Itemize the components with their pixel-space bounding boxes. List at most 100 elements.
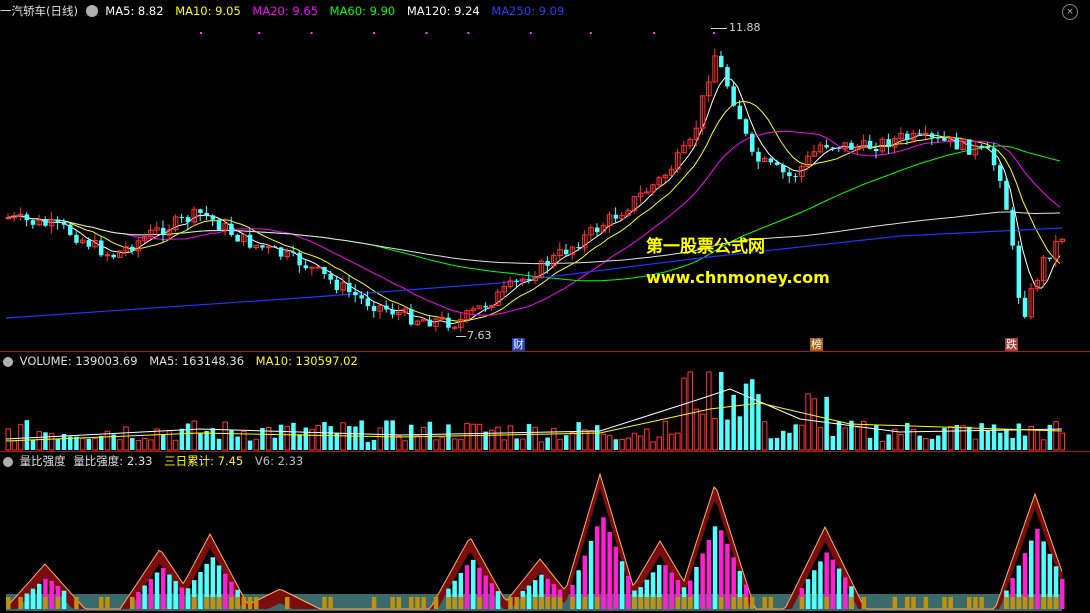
indicator-bar <box>613 546 619 609</box>
candle-body <box>247 234 253 248</box>
indicator-small-bar <box>861 597 867 609</box>
indicator-small-bar <box>849 597 854 609</box>
candle-body <box>886 139 891 148</box>
candle-body <box>427 319 433 327</box>
event-marker-finance[interactable]: 财 <box>512 338 525 351</box>
candle-body <box>483 305 488 308</box>
volume-bar <box>476 423 483 451</box>
volume-bar <box>464 422 470 451</box>
volume-bar <box>637 435 644 451</box>
indicator-chart[interactable] <box>0 469 1090 613</box>
candle-body <box>55 219 61 222</box>
indicator-bar <box>1060 578 1065 609</box>
candle-body <box>824 145 829 148</box>
volume-bar <box>538 441 545 451</box>
volume-settings-icon[interactable] <box>3 357 13 367</box>
event-marker-ranking[interactable]: 榜 <box>810 338 823 351</box>
indicator-small-bar <box>210 597 216 609</box>
candle-body <box>991 148 997 166</box>
volume-bar <box>631 432 638 451</box>
volume-bar <box>905 423 910 450</box>
indicator-small-bar <box>192 597 197 609</box>
ma120-line <box>5 211 1061 265</box>
indicator-small-bar <box>409 597 414 609</box>
volume-bar <box>712 418 718 451</box>
ma60-label: MA60: 9.90 <box>329 4 396 18</box>
volume-bar <box>929 438 935 450</box>
volume-bar <box>960 425 966 451</box>
candle-body <box>390 309 395 315</box>
volume-bar <box>433 439 439 451</box>
candle-body <box>613 214 619 219</box>
volume-bar <box>420 426 427 451</box>
candle-body <box>725 67 730 87</box>
indicator-small-bar <box>762 597 767 609</box>
candle-body <box>849 142 854 150</box>
candle-body <box>731 86 736 106</box>
volume-bar <box>161 434 166 450</box>
candle-body <box>161 227 166 236</box>
indicator-small-bar <box>229 597 234 609</box>
candle-body <box>719 55 724 68</box>
volume-bar <box>1053 421 1059 451</box>
indicator-value: 量比强度: 2.33 <box>73 454 153 468</box>
candle-body <box>564 249 569 255</box>
candle-body <box>303 265 309 269</box>
candle-body <box>371 306 377 312</box>
indicator-small-bar <box>570 597 575 609</box>
stock-title[interactable]: 一汽轿车(日线) <box>0 4 78 18</box>
volume-bar <box>24 420 30 450</box>
volume-bar <box>210 428 216 450</box>
volume-bar <box>303 427 309 450</box>
volume-bar <box>644 428 650 451</box>
indicator-small-bar <box>973 597 978 609</box>
volume-chart[interactable] <box>0 369 1090 451</box>
volume-bar <box>743 383 749 450</box>
volume-bar <box>1047 424 1053 450</box>
indicator-small-bar <box>247 597 253 609</box>
candle-body <box>867 140 873 149</box>
indicator-small-bar <box>43 597 48 609</box>
candle-body <box>204 212 209 216</box>
indicator-bar <box>471 559 476 609</box>
volume-bar <box>470 423 476 451</box>
indicator-small-bar <box>1022 597 1028 609</box>
candlestick-chart[interactable] <box>0 18 1090 352</box>
volume-bar <box>198 433 203 450</box>
volume-bar <box>172 439 179 451</box>
indicator-bar <box>489 583 495 609</box>
volume-bar <box>514 438 519 450</box>
volume-bar <box>1022 435 1028 450</box>
indicator-small-bar <box>743 597 749 609</box>
volume-bar <box>719 372 724 450</box>
indicator-small-bar <box>719 597 724 609</box>
volume-bar <box>576 422 581 450</box>
volume-bar <box>377 427 383 451</box>
ma5-label: MA5: 8.82 <box>105 4 164 18</box>
indicator-small-bar <box>458 597 464 609</box>
volume-bar <box>892 428 898 451</box>
indicator-legend: 量比强度 量比强度: 2.33 三日累计: 7.45 V6: 2.33 <box>0 452 311 470</box>
settings-icon[interactable] <box>85 5 98 17</box>
volume-bar <box>247 440 253 450</box>
indicator-small-bar <box>396 597 402 609</box>
candle-body <box>737 105 743 120</box>
ma250-label: MA250: 9.09 <box>491 4 565 18</box>
event-marker-limit-down[interactable]: 跌 <box>1005 338 1018 351</box>
candle-body <box>545 261 550 266</box>
indicator-settings-icon[interactable] <box>3 457 13 467</box>
volume-bar <box>43 432 48 450</box>
candle-body <box>353 291 358 296</box>
indicator-small-bar <box>254 597 259 609</box>
ma20-label: MA20: 9.65 <box>252 4 318 18</box>
candle-body <box>781 164 786 173</box>
candle-body <box>1004 180 1009 210</box>
volume-bar <box>384 420 389 450</box>
low-price-label: 7.63 <box>467 329 492 342</box>
indicator-bar <box>706 539 712 609</box>
candle-body <box>1010 209 1015 246</box>
indicator-bar <box>588 540 594 609</box>
indicator-small-bar <box>371 597 377 609</box>
candle-body <box>328 273 333 280</box>
indicator-small-bar <box>688 597 693 609</box>
